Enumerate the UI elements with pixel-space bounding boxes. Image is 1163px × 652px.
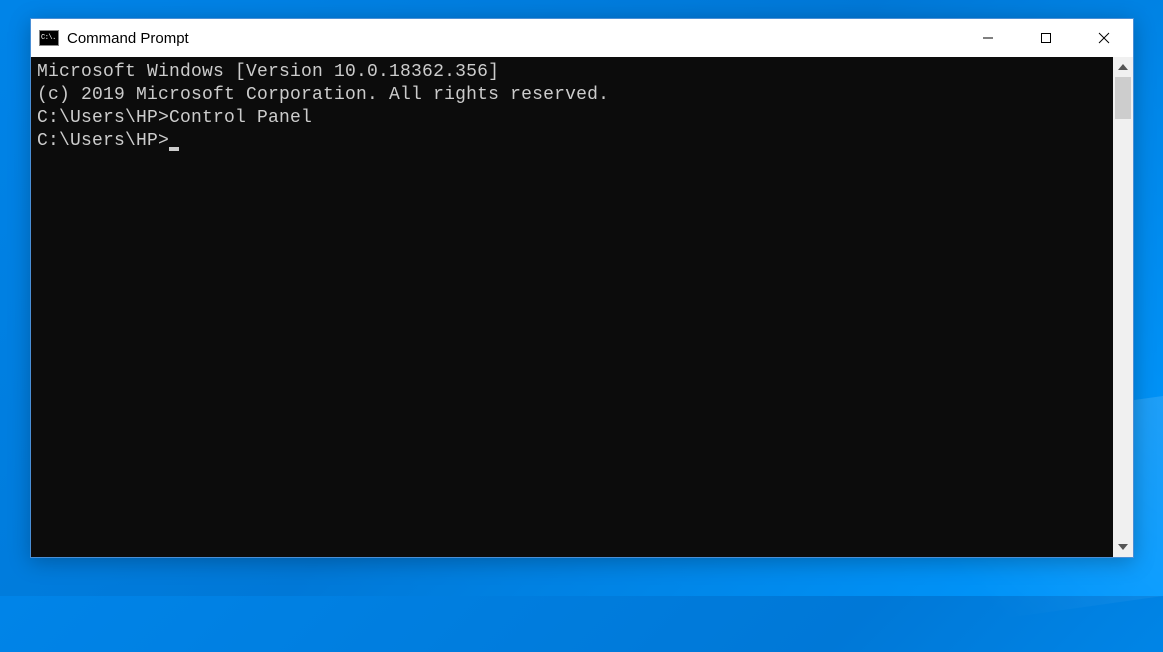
copyright-line: (c) 2019 Microsoft Corporation. All righ… (37, 84, 1107, 107)
scroll-down-button[interactable] (1113, 537, 1133, 557)
minimize-button[interactable] (959, 19, 1017, 57)
window-controls (959, 19, 1133, 57)
window-title: Command Prompt (67, 30, 189, 47)
minimize-icon (982, 32, 994, 44)
maximize-icon (1040, 32, 1052, 44)
version-line: Microsoft Windows [Version 10.0.18362.35… (37, 61, 1107, 84)
scroll-up-button[interactable] (1113, 57, 1133, 77)
app-icon-text: C:\. (41, 35, 56, 42)
close-button[interactable] (1075, 19, 1133, 57)
prompt-line-2: C:\Users\HP> (37, 130, 1107, 153)
prompt-path: C:\Users\HP> (37, 108, 169, 128)
command-prompt-window: C:\. Command Prompt Microsoft (30, 18, 1134, 558)
app-icon: C:\. (39, 30, 59, 46)
scroll-thumb[interactable] (1115, 77, 1131, 119)
terminal-output[interactable]: Microsoft Windows [Version 10.0.18362.35… (31, 57, 1113, 557)
terminal-area: Microsoft Windows [Version 10.0.18362.35… (31, 57, 1133, 557)
cursor (169, 147, 179, 151)
prompt-path: C:\Users\HP> (37, 131, 169, 151)
command-text: Control Panel (169, 108, 312, 128)
close-icon (1098, 32, 1110, 44)
chevron-up-icon (1118, 64, 1128, 70)
vertical-scrollbar[interactable] (1113, 57, 1133, 557)
chevron-down-icon (1118, 544, 1128, 550)
prompt-line-1: C:\Users\HP>Control Panel (37, 107, 1107, 130)
maximize-button[interactable] (1017, 19, 1075, 57)
titlebar[interactable]: C:\. Command Prompt (31, 19, 1133, 57)
scroll-track[interactable] (1113, 77, 1133, 537)
